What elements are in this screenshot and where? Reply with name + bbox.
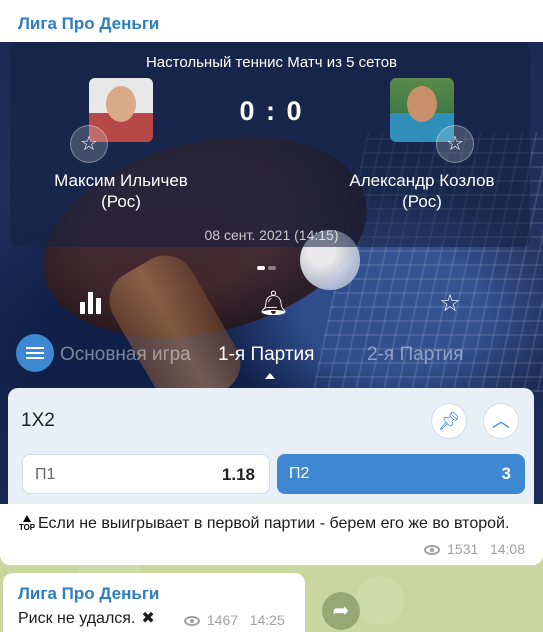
match-score: 0 : 0 [239,96,304,126]
match-date: 08 сент. 2021 (14:15) [204,227,339,243]
tab-indicator [265,373,275,379]
odds-p1-button[interactable]: П1 1.18 [22,454,270,494]
post2-views: 1467 [206,612,239,628]
player1-favorite-star-icon[interactable]: ☆ [70,125,108,163]
views-icon [184,616,200,626]
channel-name[interactable]: Лига Про Деньги [18,14,159,34]
tab-second-set[interactable]: 2-я Партия [367,344,463,366]
post2-text: Риск не удался. ✖ [18,610,155,627]
player2-name: Александр Козлов (Рос) [349,171,495,211]
stats-icon[interactable] [80,292,104,314]
cross-icon: ✖ [141,610,155,627]
match-title: Настольный теннис Матч из 5 сетов [145,54,398,71]
bet-market-title: 1X2 [21,410,55,431]
tab-main-game[interactable]: Основная игра [60,344,191,366]
carousel-dots [257,257,279,275]
bell-icon[interactable]: 🔔︎ [258,290,288,318]
post2-time: 14:25 [249,612,285,628]
message-post-1[interactable]: Лига Про Деньги Настольный теннис Матч и… [0,0,543,565]
post1-time: 14:08 [489,541,525,557]
bet-market-panel: 1X2 📌︎ ︿ П1 1.18 П2 3 [8,388,534,504]
post1-meta: 1531 14:08 [424,541,525,557]
top-arrow-icon: TOP [18,515,36,533]
channel-name[interactable]: Лига Про Деньги [18,584,159,604]
player1-name: Максим Ильичев (Рос) [54,171,188,211]
pin-icon[interactable]: 📌︎ [431,403,467,439]
post2-meta: 1467 14:25 [184,612,285,628]
forward-icon[interactable]: ➦ [322,592,360,630]
tab-first-set[interactable]: 1-я Партия [218,344,314,366]
player2-favorite-star-icon[interactable]: ☆ [436,125,474,163]
views-icon [424,545,441,555]
chevron-up-icon[interactable]: ︿ [483,403,519,439]
period-tabs: Основная игра 1-я Партия 2-я Партия [0,344,543,368]
message-post-2[interactable]: Лига Про Деньги Риск не удался. ✖ 1467 14… [3,573,305,632]
post-caption: TOP Если не выигрывает в первой партии - … [18,515,510,533]
match-screenshot[interactable]: Настольный теннис Матч из 5 сетов ☆ ☆ 0 … [0,42,543,504]
star-icon[interactable]: ☆ [436,290,464,318]
odds-p2-button[interactable]: П2 3 [277,454,525,494]
post1-views: 1531 [447,541,479,557]
